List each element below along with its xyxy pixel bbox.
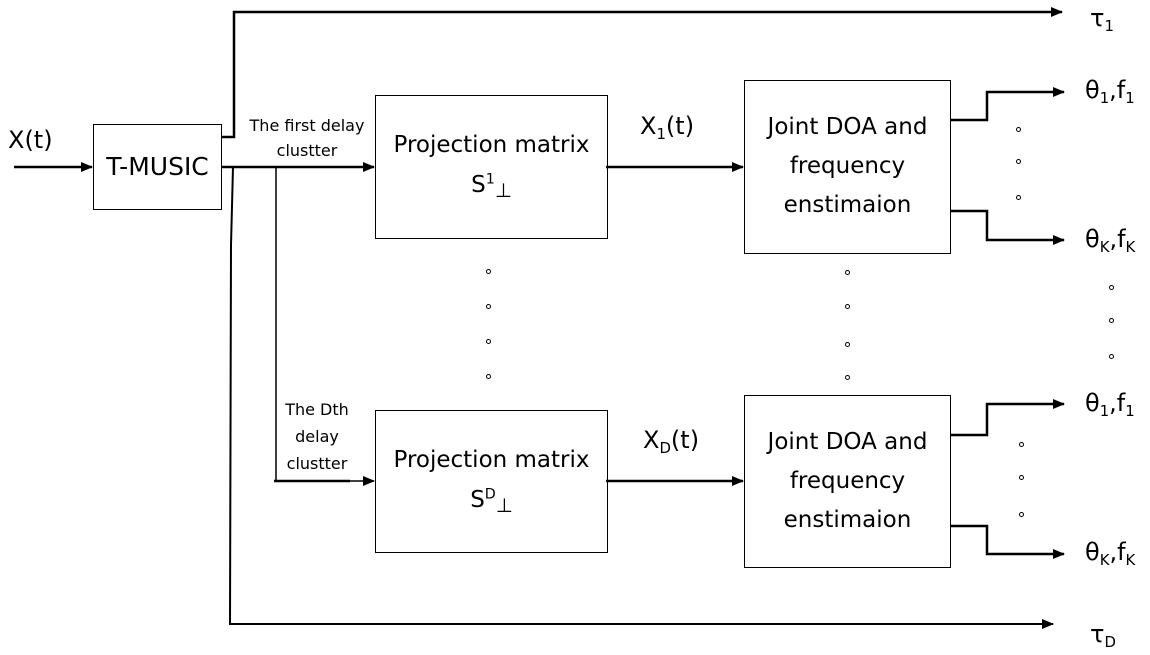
signal-xd-sub: D [659,438,671,457]
joint-doa-frequency-block-d: Joint DOA and frequency enstimaion [744,395,951,568]
f-symbol: f [1117,225,1126,253]
input-signal-label: X(t) [8,126,53,154]
tau-d-sub: D [1104,632,1116,651]
first-cluster-line2: clustter [276,141,338,160]
theta-sub: K [1099,237,1110,256]
f-sub: K [1125,550,1136,569]
tmusic-block: T-MUSIC [93,124,222,210]
projection-d-symbol: SD⊥ [376,481,607,525]
output-thetak-fk-groupd: θK,fK [1085,538,1136,569]
sep: , [1109,389,1117,417]
projection-matrix-block-d: Projection matrix SD⊥ [375,410,608,553]
signal-x1-suffix: (t) [665,112,695,140]
theta-sub: 1 [1099,401,1110,420]
tau-d-main: τ [1090,620,1105,648]
f-symbol: f [1117,538,1126,566]
ellipsis-dot-icon [1016,127,1021,132]
tau-1-main: τ [1090,4,1105,32]
signal-xd-suffix: (t) [670,426,700,454]
ellipsis-dot-icon [1019,512,1024,517]
joint-doa-frequency-block-1: Joint DOA and frequency enstimaion [744,80,951,254]
ellipsis-dot-icon [1016,195,1021,200]
ellipsis-dot-icon [1019,442,1024,447]
tau-1-label: τ1 [1090,4,1114,35]
first-cluster-label: The first delay clustter [243,112,371,164]
theta-symbol: θ [1085,76,1100,104]
ellipsis-dot-icon [486,339,491,344]
dth-cluster-line1: The Dth [285,400,349,419]
signal-xd-label: XD(t) [643,426,700,457]
output-d-1-arrow [950,399,1065,437]
tmusic-label: T-MUSIC [106,152,209,181]
joint-1-line3: enstimaion [783,192,912,218]
tau-d-label: τD [1090,620,1116,651]
f-symbol: f [1116,389,1126,417]
signal-x1-sub: 1 [656,124,666,143]
ellipsis-dot-icon [845,304,850,309]
dth-cluster-label: The Dth delay clustter [279,396,355,477]
ellipsis-dot-icon [1109,354,1114,359]
ellipsis-dot-icon [1016,159,1021,164]
joint-d-line2: frequency [789,468,906,494]
joint-1-line1: Joint DOA and [767,114,928,140]
output-theta1-f1-groupd: θ1,f1 [1085,389,1135,420]
ellipsis-dot-icon [486,304,491,309]
ellipsis-dot-icon [845,270,850,275]
ellipsis-dot-icon [1019,475,1024,480]
theta-sub: 1 [1099,88,1110,107]
theta-symbol: θ [1085,538,1100,566]
projection-1-symbol: S1⊥ [376,166,607,210]
projection-d-s: S [470,487,485,513]
ellipsis-dot-icon [1109,285,1114,290]
first-cluster-line1: The first delay [249,116,365,135]
projection-d-title: Projection matrix [393,447,590,473]
ellipsis-dot-icon [845,375,850,380]
output-d-k-arrow [950,524,1065,559]
joint-d-line3: enstimaion [783,507,912,533]
output-1-1-arrow [950,87,1065,122]
projection-matrix-block-1: Projection matrix S1⊥ [375,95,608,239]
theta-sub: K [1099,550,1110,569]
f-symbol: f [1116,76,1126,104]
f-sub: 1 [1125,88,1135,107]
sep: , [1109,538,1118,566]
perp-icon: ⊥ [495,493,513,517]
f-sub: K [1125,237,1136,256]
dth-cluster-line3: clustter [286,454,348,473]
signal-x1-label: X1(t) [640,112,695,143]
joint-1-line2: frequency [789,153,906,179]
joint-d-line1: Joint DOA and [767,429,928,455]
projection-1-title: Projection matrix [393,132,590,158]
tau-1-sub: 1 [1104,16,1114,35]
projection-d-sup: D [484,486,496,503]
projection-1-sup: 1 [485,171,495,188]
sep: , [1109,76,1117,104]
sep: , [1109,225,1118,253]
f-sub: 1 [1125,401,1135,420]
dth-cluster-line2: delay [295,427,339,446]
output-theta1-f1-group1: θ1,f1 [1085,76,1135,107]
theta-symbol: θ [1085,225,1100,253]
perp-icon: ⊥ [494,178,512,202]
output-thetak-fk-group1: θK,fK [1085,225,1136,256]
output-1-k-arrow [950,209,1065,245]
signal-x1-main: X [640,112,657,140]
input-signal-text: X(t) [8,126,53,154]
theta-symbol: θ [1085,389,1100,417]
ellipsis-dot-icon [1109,318,1114,323]
projection-1-s: S [471,172,486,198]
signal-xd-main: X [643,426,660,454]
ellipsis-dot-icon [486,374,491,379]
ellipsis-dot-icon [845,342,850,347]
ellipsis-dot-icon [486,269,491,274]
